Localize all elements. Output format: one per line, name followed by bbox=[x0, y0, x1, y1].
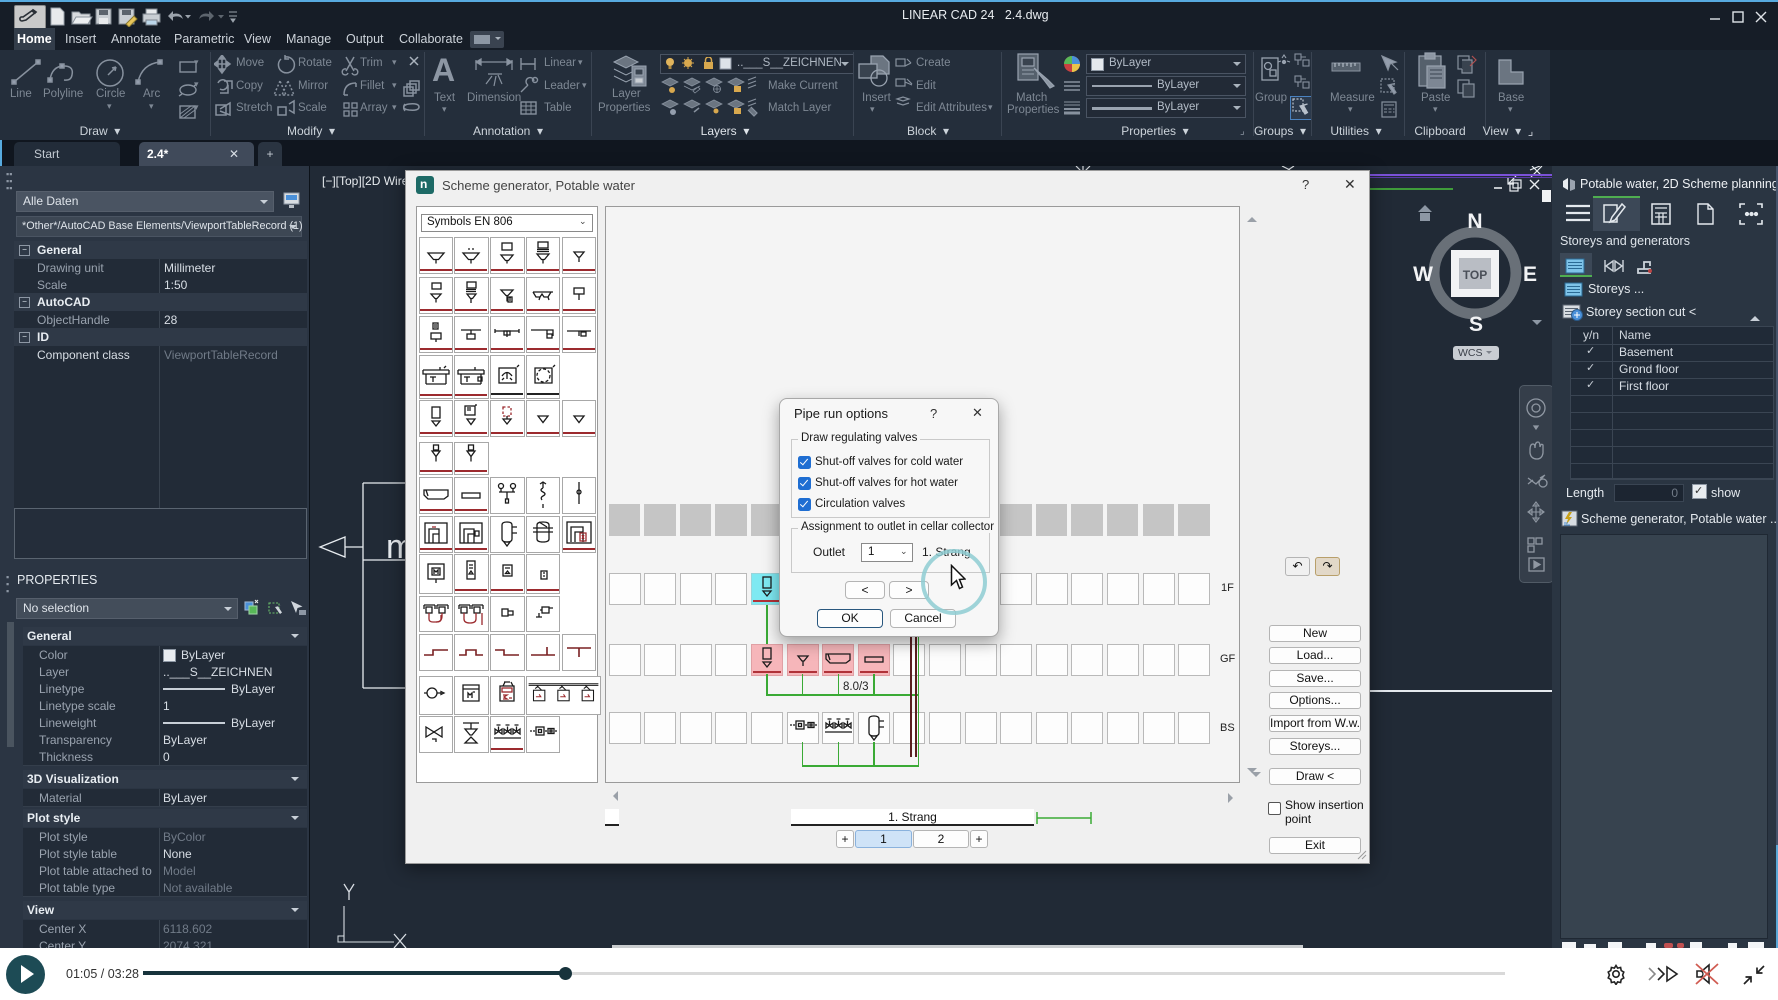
svg-text:TOP: TOP bbox=[1463, 268, 1487, 282]
svg-text:S: S bbox=[1469, 313, 1483, 336]
svg-text:W: W bbox=[1413, 263, 1433, 286]
svg-text:E: E bbox=[1523, 263, 1537, 286]
svg-text:N: N bbox=[1467, 210, 1482, 233]
